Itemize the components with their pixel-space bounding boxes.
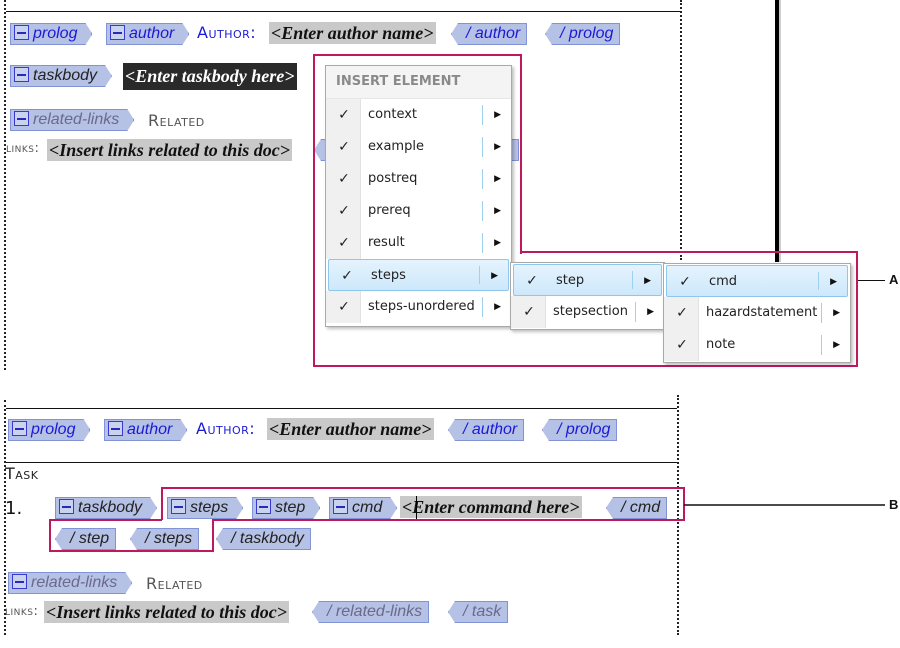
tag-related-links-open[interactable]: related-links — [8, 572, 132, 594]
callout-box-b — [49, 487, 885, 552]
tag-task-close[interactable]: / task — [448, 601, 509, 623]
callout-label-b: B — [889, 497, 899, 512]
links-label: links: — [5, 604, 39, 619]
collapse-icon[interactable] — [12, 574, 27, 589]
tag-related-links-close[interactable]: / related-links — [312, 601, 430, 623]
related-links-placeholder[interactable]: <Insert links related to this doc> — [44, 601, 290, 623]
related-label: Related — [146, 574, 203, 593]
